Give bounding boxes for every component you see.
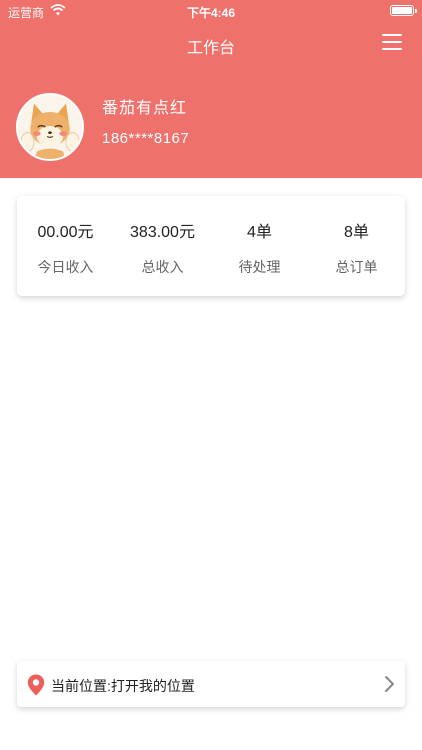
stat-total-income[interactable]: 383.00元 总收入 [114, 196, 211, 296]
location-bar[interactable]: 当前位置:打开我的位置 [17, 661, 405, 707]
stat-label: 总收入 [141, 259, 184, 275]
header: 运营商 下午4:46 工作台 番茄有点红 186****8167 [0, 0, 422, 178]
stat-pending[interactable]: 4单 待处理 [211, 196, 308, 296]
location-text: 当前位置:打开我的位置 [51, 678, 195, 694]
status-time: 下午4:46 [186, 6, 236, 20]
stat-label: 今日收入 [37, 259, 94, 275]
user-phone: 186****8167 [102, 130, 190, 147]
page-title: 工作台 [186, 40, 235, 57]
stat-label: 总订单 [335, 259, 378, 275]
avatar[interactable] [16, 93, 84, 161]
menu-icon[interactable] [382, 33, 402, 51]
stat-value: 00.00元 [37, 224, 94, 241]
battery-icon [390, 5, 417, 16]
stat-value: 383.00元 [130, 224, 195, 241]
stat-value: 8单 [344, 224, 369, 241]
status-bar: 运营商 下午4:46 [0, 0, 422, 22]
stat-today-income[interactable]: 00.00元 今日收入 [17, 196, 114, 296]
location-pin-icon [27, 674, 45, 696]
shiba-avatar-icon [18, 95, 82, 159]
stats-card: 00.00元 今日收入 383.00元 总收入 4单 待处理 8单 总订单 [17, 196, 405, 296]
chevron-right-icon [385, 676, 394, 692]
stat-label: 待处理 [238, 259, 281, 275]
user-name: 番茄有点红 [102, 100, 188, 117]
stat-value: 4单 [247, 224, 272, 241]
stat-total-orders[interactable]: 8单 总订单 [308, 196, 405, 296]
